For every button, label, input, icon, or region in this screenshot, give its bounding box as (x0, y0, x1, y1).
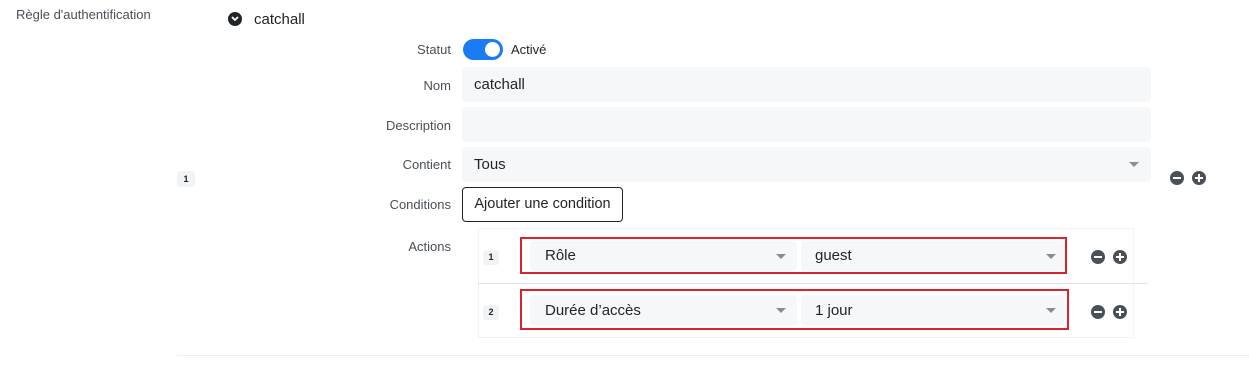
action-type-value: Rôle (545, 247, 576, 264)
action-value: guest (815, 247, 852, 264)
remove-action-icon[interactable] (1091, 305, 1105, 319)
status-label: Statut (417, 42, 451, 57)
caret-down-icon (1046, 254, 1056, 259)
action-type-select[interactable]: Rôle (530, 241, 797, 271)
rule-title[interactable]: catchall (254, 11, 305, 28)
caret-down-icon (1046, 308, 1056, 313)
conditions-label: Conditions (389, 197, 451, 212)
action-type-select[interactable]: Durée d’accès (530, 295, 797, 326)
remove-action-icon[interactable] (1091, 250, 1105, 264)
action-value-select[interactable]: guest (801, 241, 1065, 271)
action-value-select[interactable]: 1 jour (801, 295, 1065, 326)
add-action-icon[interactable] (1113, 250, 1127, 264)
status-state-text: Activé (511, 42, 547, 57)
action-divider (478, 283, 1148, 284)
caret-down-icon (776, 254, 786, 259)
status-toggle[interactable] (463, 39, 503, 60)
name-label: Nom (423, 78, 451, 93)
caret-down-icon (1129, 162, 1139, 167)
add-action-icon[interactable] (1113, 305, 1127, 319)
action-index-badge: 2 (483, 305, 499, 320)
rule-index-badge: 1 (177, 171, 195, 187)
actions-label: Actions (408, 239, 451, 254)
section-divider (177, 355, 1249, 356)
description-input[interactable] (462, 107, 1151, 142)
name-input[interactable]: catchall (462, 67, 1151, 102)
remove-rule-icon[interactable] (1170, 171, 1184, 185)
add-condition-button[interactable]: Ajouter une condition (462, 187, 623, 222)
toggle-knob (485, 42, 500, 57)
chevron-down-icon[interactable] (228, 12, 242, 26)
add-rule-icon[interactable] (1192, 171, 1206, 185)
description-label: Description (385, 118, 451, 133)
section-label: Règle d'authentification (16, 7, 151, 22)
action-value: 1 jour (815, 302, 853, 319)
contains-select-value: Tous (474, 156, 506, 173)
action-type-value: Durée d’accès (545, 302, 641, 319)
action-index-badge: 1 (483, 250, 499, 265)
contains-label: Contient (402, 157, 451, 172)
caret-down-icon (776, 308, 786, 313)
contains-select[interactable]: Tous (462, 147, 1151, 182)
